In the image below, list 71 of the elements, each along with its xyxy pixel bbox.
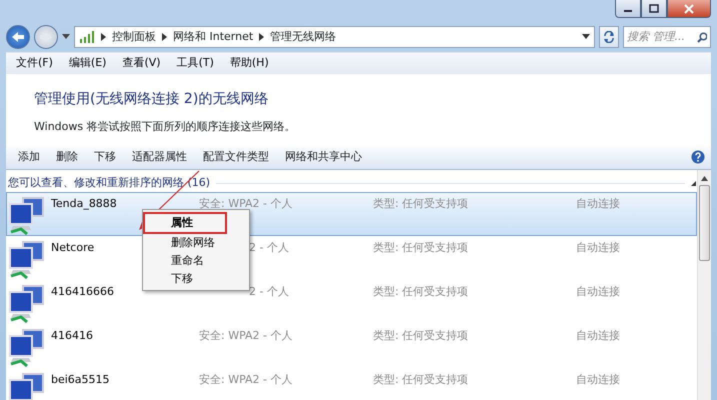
breadcrumb[interactable]: 管理无线网络 (270, 28, 336, 46)
connection-mode: 自动连接 (576, 328, 620, 342)
menu-item[interactable]: 帮助(H) (228, 55, 271, 72)
chevron-icon[interactable] (101, 33, 106, 41)
back-arrow-icon[interactable] (12, 32, 24, 42)
network-name[interactable]: Netcore (51, 240, 94, 254)
security-text: 安全: WPA2 - 个人 (199, 196, 292, 210)
maximize-button[interactable] (641, 0, 667, 18)
network-name[interactable]: 416416 (51, 328, 93, 342)
connection-mode: 自动连接 (576, 240, 620, 254)
search-icon[interactable] (697, 32, 707, 42)
scroll-up-icon[interactable] (701, 176, 708, 181)
menu-item[interactable]: 文件(F) (14, 55, 55, 72)
type-text: 类型: 任何受支持项 (373, 328, 468, 342)
network-name[interactable]: 416416666 (51, 284, 114, 298)
page-heading: 管理使用(无线网络连接 2)的无线网络 (33, 90, 270, 108)
security-text: 安全: WPA2 - 个人 (199, 372, 292, 386)
toolbar-button[interactable]: 添加 (10, 149, 48, 166)
chevron-icon[interactable] (259, 33, 264, 41)
breadcrumb[interactable]: 网络和 Internet (173, 28, 254, 46)
network-icon (7, 196, 47, 236)
toolbar-button[interactable]: 删除 (48, 149, 86, 166)
forward-button[interactable] (34, 25, 58, 49)
menu-item[interactable]: 下移 (145, 270, 247, 288)
toolbar-button[interactable]: 网络和共享中心 (277, 149, 370, 166)
signal-icon (79, 31, 95, 43)
collapse-icon[interactable] (691, 180, 697, 186)
refresh-button[interactable] (599, 26, 619, 48)
chevron-icon[interactable] (162, 33, 167, 41)
network-name[interactable]: bei6a5515 (51, 372, 110, 386)
security-text: 安全: WPA2 - 个人 (199, 328, 292, 342)
toolbar-button[interactable]: 适配器属性 (124, 149, 195, 166)
description-text: Windows 将尝试按照下面所列的顺序连接这些网络。 (33, 118, 297, 135)
type-text: 类型: 任何受支持项 (373, 284, 468, 298)
minimize-button[interactable] (615, 0, 641, 18)
connection-mode: 自动连接 (576, 284, 620, 298)
menu-item[interactable]: 查看(V) (120, 55, 163, 72)
address-field[interactable]: 控制面板 网络和 Internet 管理无线网络 (74, 26, 595, 48)
toolbar-button[interactable]: 下移 (86, 149, 124, 166)
menu-item[interactable]: 重命名 (145, 252, 247, 270)
menu-item[interactable]: 编辑(E) (66, 55, 108, 72)
dropdown-icon[interactable] (582, 34, 590, 40)
connection-mode: 自动连接 (576, 196, 620, 210)
network-name[interactable]: Tenda_8888 (51, 196, 117, 210)
help-icon[interactable] (691, 150, 705, 164)
back-button[interactable] (6, 25, 30, 49)
network-icon (7, 328, 47, 368)
breadcrumb[interactable]: 控制面板 (112, 28, 156, 46)
type-text: 类型: 任何受支持项 (373, 196, 468, 210)
network-icon (7, 372, 47, 400)
toolbar-button[interactable]: 配置文件类型 (195, 149, 277, 166)
network-icon (7, 240, 47, 280)
connection-mode: 自动连接 (576, 372, 620, 386)
close-button[interactable] (667, 0, 711, 18)
minimize-icon[interactable] (624, 10, 632, 12)
refresh-icon[interactable] (603, 30, 615, 43)
scrollbar[interactable] (697, 170, 711, 400)
group-header: 您可以查看、修改和重新排序的网络 (16) (8, 175, 210, 192)
type-text: 类型: 任何受支持项 (373, 240, 468, 254)
network-icon (7, 284, 47, 324)
maximize-icon[interactable] (649, 4, 659, 13)
dropdown-icon[interactable] (62, 34, 70, 40)
menu-item[interactable]: 删除网络 (145, 234, 247, 252)
close-icon[interactable] (684, 4, 694, 14)
scroll-thumb[interactable] (699, 184, 710, 261)
type-text: 类型: 任何受支持项 (373, 372, 468, 386)
search-field[interactable]: 搜索 管理... (623, 26, 711, 48)
menu-item[interactable]: 工具(T) (174, 55, 216, 72)
security-text: 2 - 个人 (249, 284, 289, 298)
security-text: 2 - 个人 (249, 240, 289, 254)
menu-item[interactable]: 属性 (145, 214, 225, 232)
